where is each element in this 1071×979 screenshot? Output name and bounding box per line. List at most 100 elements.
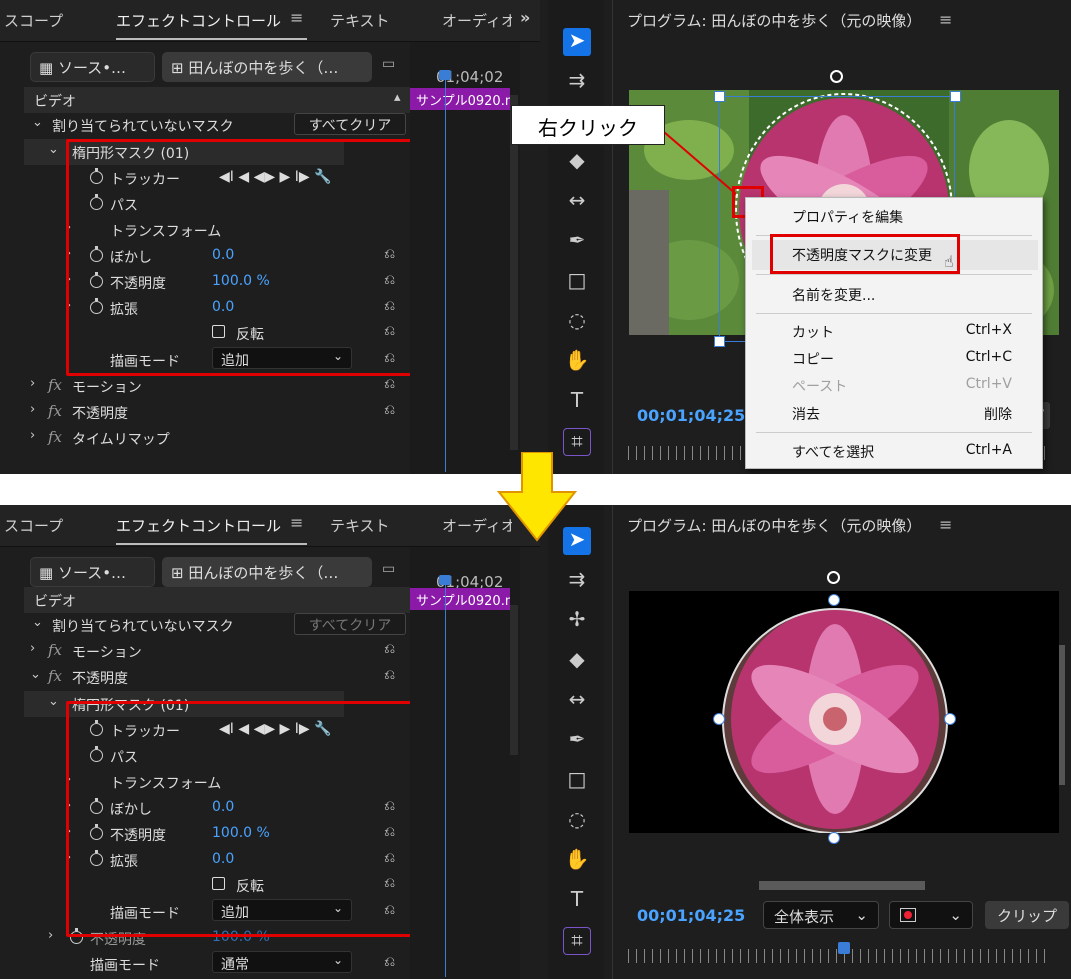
playhead-handle[interactable]: [439, 70, 451, 80]
mask-handle[interactable]: [950, 91, 961, 102]
mask-handle[interactable]: [828, 832, 840, 844]
timeline-clip[interactable]: サンプル0920.mp4: [410, 88, 510, 110]
slip-icon[interactable]: ↔: [563, 188, 591, 216]
zoom-scrollbar[interactable]: [759, 881, 925, 890]
source-button[interactable]: ▦ ソース•…: [30, 557, 155, 587]
tab-scope[interactable]: スコープ: [4, 515, 63, 536]
panel-scrollbar[interactable]: [510, 95, 518, 450]
slip-icon[interactable]: ↔: [563, 687, 591, 715]
hand-icon[interactable]: ✋: [563, 348, 591, 376]
mask-handle[interactable]: [714, 91, 725, 102]
clip-button[interactable]: ⊞ 田んぼの中を歩く（…: [162, 52, 372, 82]
tab-scope[interactable]: スコープ: [4, 10, 63, 31]
motion-row[interactable]: › fx モーション ⎌: [24, 373, 412, 399]
monitor-menu-icon[interactable]: ≡: [939, 10, 952, 29]
panel-toggle-icon[interactable]: ▭: [382, 561, 395, 577]
mask-handle[interactable]: [828, 594, 840, 606]
playhead[interactable]: [445, 577, 446, 977]
monitor-timecode[interactable]: 00;01;04;25: [637, 406, 745, 425]
highlight-box: [66, 139, 418, 376]
monitor-scrollbar[interactable]: [1059, 645, 1065, 785]
monitor-menu-icon[interactable]: ≡: [939, 515, 952, 534]
more-tabs-icon[interactable]: »: [520, 8, 530, 27]
unassigned-mask-row[interactable]: ⌄ 割り当てられていないマスク すべてクリア: [24, 112, 412, 138]
blend-mode-row: 描画モード 通常 ⌄ ⎌: [24, 951, 412, 977]
monitor-title: プログラム: 田んぼの中を歩く（元の映像）: [627, 517, 922, 535]
time-remap-row[interactable]: › fx タイムリマップ: [24, 425, 412, 451]
rotation-handle[interactable]: [830, 70, 843, 83]
tab-text[interactable]: テキスト: [330, 10, 390, 31]
clip-button[interactable]: クリップ: [985, 901, 1069, 929]
tab-audio[interactable]: オーディオ: [442, 10, 512, 31]
clear-all-button[interactable]: すべてクリア: [294, 113, 406, 135]
panel-menu-icon[interactable]: ≡: [290, 513, 303, 532]
video-header: ビデオ: [24, 587, 412, 613]
pen-icon[interactable]: ✒: [563, 727, 591, 755]
hand-icon[interactable]: ✋: [563, 847, 591, 875]
cursor-icon: ☝: [944, 252, 954, 271]
tools-panel: ➤ ⇉ ✢ ◆ ↔ ✒ □ ◌ ✋ T ⌗: [548, 0, 604, 474]
motion-row[interactable]: › fx モーション ⎌: [24, 638, 412, 664]
monitor-playhead[interactable]: [838, 942, 850, 954]
clip-label: 田んぼの中を歩く（…: [188, 564, 339, 582]
razor-icon[interactable]: ◆: [563, 148, 591, 176]
menu-item-select-all[interactable]: すべてを選択: [792, 442, 874, 462]
playback-resolution-select[interactable]: ⌄: [889, 901, 973, 929]
fit-select[interactable]: 全体表示 ⌄: [763, 901, 879, 929]
type-icon[interactable]: T: [563, 887, 591, 915]
panel-scrollbar[interactable]: [510, 605, 518, 755]
unassigned-mask-row[interactable]: ⌄ 割り当てられていないマスク すべてクリア: [24, 612, 412, 638]
reset-icon[interactable]: ⎌: [384, 402, 404, 420]
playhead[interactable]: [445, 72, 446, 472]
rectangle-icon[interactable]: □: [563, 268, 591, 296]
track-select-icon[interactable]: ⇉: [563, 567, 591, 595]
tools-panel: ➤ ⇉ ✢ ◆ ↔ ✒ □ ◌ ✋ T ⌗: [548, 505, 604, 979]
mask-handle[interactable]: [713, 713, 725, 725]
selection-icon[interactable]: ➤: [563, 28, 591, 56]
type-icon[interactable]: T: [563, 388, 591, 416]
menu-item-clear[interactable]: 消去: [792, 404, 820, 424]
ellipse-icon[interactable]: ◌: [563, 308, 591, 336]
menu-item-rename[interactable]: 名前を変更...: [792, 285, 875, 305]
callout-pointer: [663, 131, 737, 195]
reset-icon[interactable]: ⎌: [384, 667, 404, 685]
playhead-handle[interactable]: [439, 575, 451, 585]
rotation-handle[interactable]: [827, 571, 840, 584]
mask-handle[interactable]: [714, 336, 725, 347]
mask-handle[interactable]: [944, 713, 956, 725]
video-frame[interactable]: [629, 591, 1059, 833]
reset-icon[interactable]: ⎌: [384, 376, 404, 394]
ripple-edit-icon[interactable]: ✢: [563, 607, 591, 635]
video-header: ビデオ ▴: [24, 87, 412, 113]
blend-mode-select[interactable]: 通常 ⌄: [212, 951, 352, 973]
track-select-icon[interactable]: ⇉: [563, 68, 591, 96]
gen-extend-icon[interactable]: ⌗: [563, 927, 591, 955]
tab-effect-controls[interactable]: エフェクトコントロール: [116, 10, 308, 40]
panel-tabs: スコープ エフェクトコントロール ≡ テキスト オーディオ »: [0, 0, 540, 42]
shortcut-select-all: Ctrl+A: [965, 442, 1012, 458]
timeline-clip[interactable]: サンプル0920.mp4: [410, 588, 510, 610]
menu-item-copy[interactable]: コピー: [792, 349, 834, 369]
clip-button[interactable]: ⊞ 田んぼの中を歩く（…: [162, 557, 372, 587]
clear-all-button: すべてクリア: [294, 613, 406, 635]
right-click-callout: 右クリック: [511, 105, 665, 145]
panel-toggle-icon[interactable]: ▭: [382, 56, 395, 72]
reset-icon[interactable]: ⎌: [384, 954, 404, 972]
opacity-fx-row[interactable]: › fx 不透明度 ⎌: [24, 399, 412, 425]
menu-item-paste: ペースト: [792, 379, 848, 395]
tab-text[interactable]: テキスト: [330, 515, 390, 536]
reset-icon[interactable]: ⎌: [384, 641, 404, 659]
source-label: ソース•…: [57, 564, 127, 582]
menu-item-cut[interactable]: カット: [792, 322, 834, 342]
pen-icon[interactable]: ✒: [563, 228, 591, 256]
opacity-fx-row[interactable]: ⌄ fx 不透明度 ⎌: [24, 664, 412, 690]
tab-effect-controls[interactable]: エフェクトコントロール: [116, 515, 308, 545]
menu-item-edit-properties[interactable]: プロパティを編集: [792, 207, 903, 227]
razor-icon[interactable]: ◆: [563, 647, 591, 675]
ellipse-icon[interactable]: ◌: [563, 807, 591, 835]
highlight-box: [66, 701, 418, 937]
source-button[interactable]: ▦ ソース•…: [30, 52, 155, 82]
monitor-timecode[interactable]: 00;01;04;25: [637, 906, 745, 925]
panel-menu-icon[interactable]: ≡: [290, 8, 303, 27]
rectangle-icon[interactable]: □: [563, 767, 591, 795]
